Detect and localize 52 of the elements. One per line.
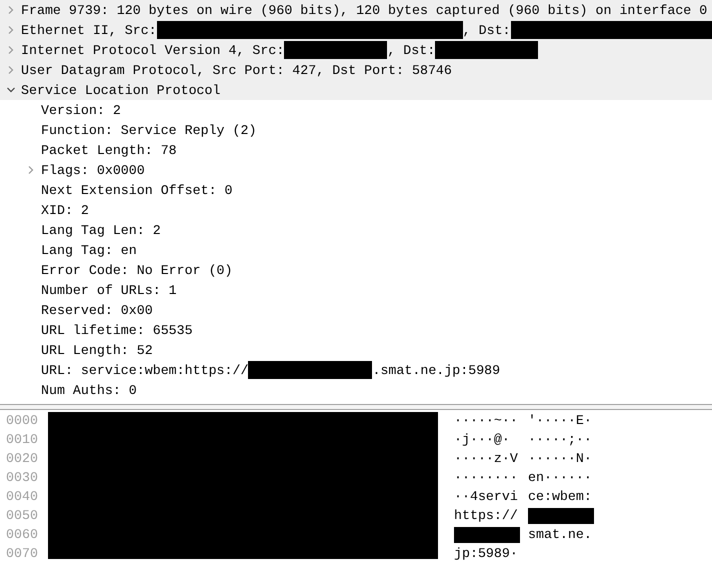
offset-text: 0060 — [5, 526, 39, 544]
field-text: Frame 9739: 120 bytes on wire (960 bits), 120 bytes captured (960 bits) on interface 0 — [21, 2, 708, 18]
field-text: Lang Tag: en — [41, 242, 137, 258]
field-text: smat.ne. — [528, 527, 592, 542]
field-text: Number of URLs: 1 — [41, 282, 177, 298]
field-text: Num Auths: 0 — [41, 382, 137, 398]
field-text: ce:wbem: — [528, 489, 592, 504]
field-text: ··4servi — [454, 489, 518, 504]
offset-text: 0010 — [5, 431, 39, 449]
field-text: URL Length: 52 — [41, 342, 153, 358]
offset-text: 0050 — [5, 507, 39, 525]
offset-text: 0000 — [5, 412, 39, 430]
chevron-right-icon[interactable] — [26, 165, 36, 175]
redaction-block — [454, 526, 520, 542]
field-text: Version: 2 — [41, 102, 121, 118]
field-text: Lang Tag Len: 2 — [41, 222, 161, 238]
chevron-down-icon[interactable] — [6, 85, 16, 95]
field-text: Internet Protocol Version 4, Src: — [21, 42, 284, 58]
field-text: User Datagram Protocol, Src Port: 427, Dst Port: 58746 — [21, 62, 452, 78]
field-text: Flags: 0x0000 — [41, 162, 145, 178]
field-text: Reserved: 0x00 — [41, 302, 153, 318]
field-text: ·····;·· — [528, 432, 592, 447]
chevron-right-icon[interactable] — [6, 65, 16, 75]
field-text: https:// — [454, 508, 518, 523]
field-text: , Dst: — [462, 22, 511, 38]
field-text: ·····~·· — [454, 413, 518, 428]
field-text: URL lifetime: 65535 — [41, 322, 193, 338]
offset-text: 0040 — [5, 488, 39, 506]
field-text: Ethernet II, Src: — [21, 22, 157, 38]
field-text: Function: Service Reply (2) — [41, 122, 256, 138]
chevron-right-icon[interactable] — [6, 5, 16, 15]
offset-text: 0030 — [5, 469, 39, 487]
field-text: XID: 2 — [41, 202, 89, 218]
field-text: jp:5989· — [454, 546, 518, 561]
field-text: ········ — [454, 470, 518, 485]
chevron-right-icon[interactable] — [6, 25, 16, 35]
chevron-right-icon[interactable] — [6, 45, 16, 55]
offset-text: 0020 — [5, 450, 39, 468]
field-text: en······ — [528, 470, 592, 485]
offset-text: 0070 — [5, 545, 39, 563]
field-text: ·····z·V — [454, 451, 518, 466]
field-text: '·····E· — [528, 413, 592, 428]
field-text: ······N· — [528, 451, 592, 466]
field-text: URL: service:wbem:https:// — [41, 362, 248, 378]
field-text: Service Location Protocol — [21, 82, 220, 98]
field-text: , Dst: — [387, 42, 436, 58]
field-text: .smat.ne.jp:5989 — [372, 362, 500, 378]
field-text: Error Code: No Error (0) — [41, 262, 233, 278]
field-text: Next Extension Offset: 0 — [41, 182, 233, 198]
field-text: Packet Length: 78 — [41, 142, 177, 158]
field-text: ·j···@· — [454, 432, 511, 447]
redaction-block — [528, 508, 594, 524]
